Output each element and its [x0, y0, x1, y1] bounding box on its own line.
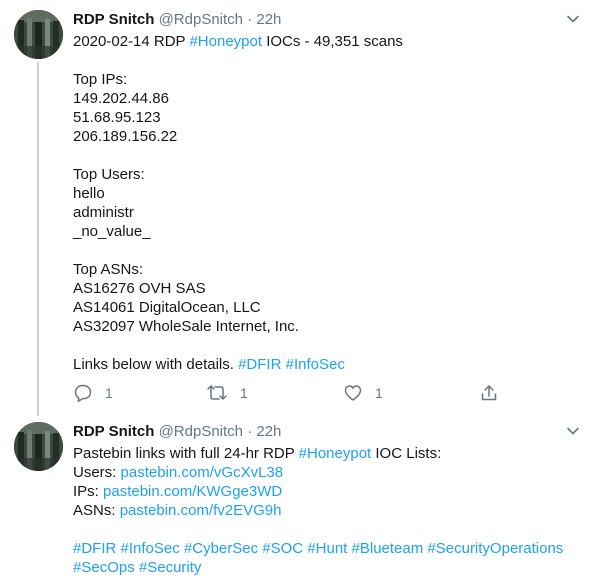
avatar[interactable]: [14, 10, 63, 59]
hashtag-link[interactable]: #Honeypot: [189, 33, 262, 50]
like-count: 1: [375, 385, 383, 401]
timestamp[interactable]: 22h: [256, 423, 281, 440]
user-handle[interactable]: @RdpSnitch: [159, 11, 243, 28]
tweet-header: RDP Snitch @RdpSnitch · 22h: [73, 423, 281, 441]
url-link[interactable]: pastebin.com/fv2EVG9h: [120, 502, 282, 519]
hashtag-link[interactable]: #SOC: [262, 540, 303, 557]
tweet-line: Pastebin links with full 24-hr RDP #Hone…: [73, 444, 573, 463]
tweet-text-segment: Top ASNs:: [73, 261, 144, 278]
tweet-actions: 1 1 1: [73, 382, 503, 404]
tweet-line: _no_value_: [73, 222, 573, 241]
hashtag-link[interactable]: #SecurityOperations: [427, 540, 563, 557]
hashtag-link[interactable]: #Hunt: [307, 540, 347, 557]
retweet-count: 1: [240, 385, 248, 401]
tweet-text-segment: 2020-02-14 RDP: [73, 33, 190, 50]
tweet-line: Top ASNs:: [73, 260, 573, 279]
tweet-1[interactable]: RDP Snitch @RdpSnitch · 22h 2020-02-14 R…: [0, 0, 595, 416]
reply-button[interactable]: 1: [73, 382, 113, 404]
hashtag-link[interactable]: #DFIR: [238, 356, 281, 373]
chevron-down-icon[interactable]: [566, 424, 580, 438]
hashtag-link[interactable]: #SecOps: [73, 559, 135, 576]
hashtag-link[interactable]: #Security: [139, 559, 202, 576]
tweet-text: 2020-02-14 RDP #Honeypot IOCs - 49,351 s…: [73, 32, 573, 374]
tweet-text-segment: IPs:: [73, 483, 104, 500]
reply-icon: [74, 384, 92, 402]
tweet-line: AS16276 OVH SAS: [73, 279, 573, 298]
heart-icon: [344, 385, 362, 401]
tweet-text-segment: 51.68.95.123: [73, 109, 161, 126]
tweet-text-segment: 149.202.44.86: [73, 90, 169, 107]
tweet-line: Links below with details. #DFIR #InfoSec: [73, 355, 573, 374]
share-icon: [481, 385, 497, 401]
tweet-text-segment: ASNs:: [73, 502, 120, 519]
tweet-text-segment: 206.189.156.22: [73, 128, 178, 145]
tweet-line: #DFIR #InfoSec #CyberSec #SOC #Hunt #Blu…: [73, 539, 573, 558]
timestamp[interactable]: 22h: [256, 11, 281, 28]
tweet-line: AS32097 WholeSale Internet, Inc.: [73, 317, 573, 336]
tweet-text-segment: Users:: [73, 464, 121, 481]
tweet-line: #SecOps #Security: [73, 558, 573, 577]
reply-count: 1: [105, 385, 113, 401]
tweet-text-segment: AS16276 OVH SAS: [73, 280, 206, 297]
tweet-line: IPs: pastebin.com/KWGge3WD: [73, 482, 573, 501]
tweet-text-segment: IOCs - 49,351 scans: [262, 33, 403, 50]
separator-dot: ·: [247, 11, 253, 28]
tweet-line: 2020-02-14 RDP #Honeypot IOCs - 49,351 s…: [73, 32, 573, 51]
hashtag-link[interactable]: #InfoSec: [121, 540, 180, 557]
hashtag-link[interactable]: #Honeypot: [299, 445, 372, 462]
url-link[interactable]: pastebin.com/vGcXvL38: [121, 464, 284, 481]
tweet-line: 51.68.95.123: [73, 108, 573, 127]
tweet-line: 206.189.156.22: [73, 127, 573, 146]
display-name[interactable]: RDP Snitch: [73, 423, 154, 440]
share-button[interactable]: [479, 382, 499, 404]
thread-line: [37, 62, 39, 416]
display-name[interactable]: RDP Snitch: [73, 11, 154, 28]
avatar[interactable]: [14, 422, 63, 471]
tweet-line: 149.202.44.86: [73, 89, 573, 108]
tweet-text: Pastebin links with full 24-hr RDP #Hone…: [73, 444, 573, 577]
tweet-line: AS14061 DigitalOcean, LLC: [73, 298, 573, 317]
hashtag-link[interactable]: #CyberSec: [184, 540, 258, 557]
hashtag-link[interactable]: #InfoSec: [286, 356, 345, 373]
tweet-text-segment: AS32097 WholeSale Internet, Inc.: [73, 318, 299, 335]
tweet-text-segment: administr: [73, 204, 134, 221]
tweet-line: Top IPs:: [73, 70, 573, 89]
tweet-text-segment: AS14061 DigitalOcean, LLC: [73, 299, 261, 316]
url-link[interactable]: pastebin.com/KWGge3WD: [103, 483, 282, 500]
tweet-line: Users: pastebin.com/vGcXvL38: [73, 463, 573, 482]
tweet-2[interactable]: RDP Snitch @RdpSnitch · 22h Pastebin lin…: [0, 410, 595, 581]
tweet-text-segment: Top Users:: [73, 166, 145, 183]
like-button[interactable]: 1: [343, 382, 383, 404]
retweet-icon: [207, 385, 227, 400]
tweet-line: administr: [73, 203, 573, 222]
retweet-button[interactable]: 1: [206, 382, 248, 404]
hashtag-link[interactable]: #DFIR: [73, 540, 116, 557]
tweet-line: hello: [73, 184, 573, 203]
tweet-line: Top Users:: [73, 165, 573, 184]
tweet-text-segment: Links below with details.: [73, 356, 239, 373]
hashtag-link[interactable]: #Blueteam: [352, 540, 424, 557]
tweet-text-segment: Top IPs:: [73, 71, 128, 88]
separator-dot: ·: [247, 423, 253, 440]
tweet-text-segment: IOC Lists:: [371, 445, 442, 462]
chevron-down-icon[interactable]: [566, 12, 580, 26]
tweet-line: ASNs: pastebin.com/fv2EVG9h: [73, 501, 573, 520]
user-handle[interactable]: @RdpSnitch: [159, 423, 243, 440]
tweet-text-segment: Pastebin links with full 24-hr RDP: [73, 445, 299, 462]
tweet-header: RDP Snitch @RdpSnitch · 22h: [73, 11, 281, 29]
tweet-text-segment: _no_value_: [73, 223, 151, 240]
tweet-text-segment: hello: [73, 185, 105, 202]
